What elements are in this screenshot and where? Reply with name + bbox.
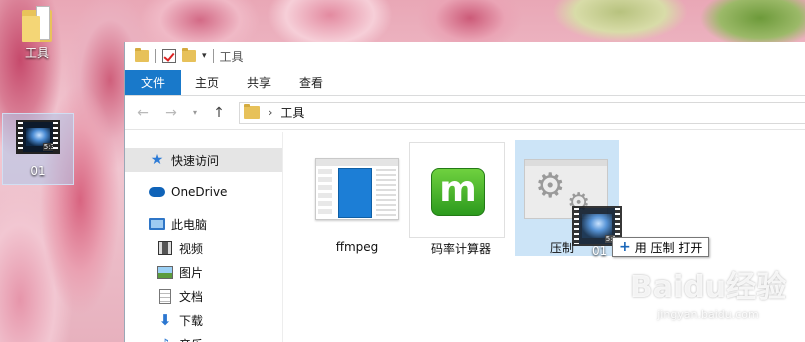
desktop-video-label: 01 bbox=[30, 164, 46, 178]
recent-locations-icon[interactable]: ▾ bbox=[191, 108, 199, 117]
title-bar: ▾ 工具 bbox=[125, 42, 805, 70]
desktop-video-file[interactable]: 5:3 01 bbox=[2, 113, 74, 185]
nav-item-onedrive[interactable]: OneDrive bbox=[125, 180, 282, 204]
tab-home[interactable]: 主页 bbox=[181, 70, 233, 95]
video-folder-icon bbox=[157, 240, 173, 256]
breadcrumb-chevron-icon[interactable]: › bbox=[268, 106, 272, 119]
video-thumbnail-icon: 5:3 bbox=[16, 120, 60, 154]
up-arrow-icon[interactable]: ↑ bbox=[211, 105, 227, 121]
music-folder-icon: ♪ bbox=[157, 336, 173, 342]
baidu-watermark: Baidu经验 jingyan.baidu.com bbox=[629, 270, 787, 321]
app-window-thumbnail-icon bbox=[315, 158, 399, 220]
folder-icon bbox=[135, 48, 149, 62]
new-folder-icon[interactable] bbox=[182, 48, 196, 62]
document-folder-icon bbox=[157, 288, 173, 304]
address-input[interactable]: › 工具 bbox=[239, 101, 805, 124]
nav-item-pictures[interactable]: 图片 bbox=[125, 260, 282, 284]
back-arrow-icon[interactable]: ← bbox=[135, 105, 151, 121]
file-item-ffmpeg[interactable]: ffmpeg bbox=[305, 142, 409, 258]
address-bar: ← → ▾ ↑ › 工具 bbox=[125, 96, 805, 130]
quick-access-dropdown-icon[interactable]: ▾ bbox=[202, 50, 207, 62]
desktop-folder-tools[interactable]: 工具 bbox=[14, 6, 60, 61]
file-item-bitrate-calculator[interactable]: m 码率计算器 bbox=[409, 142, 513, 258]
file-label: 码率计算器 bbox=[430, 242, 491, 256]
file-label: ffmpeg bbox=[335, 240, 379, 254]
drop-action-text: 用 压制 打开 bbox=[634, 240, 703, 255]
computer-icon bbox=[149, 216, 165, 232]
properties-icon[interactable] bbox=[162, 49, 176, 63]
drop-action-tooltip: + 用 压制 打开 bbox=[612, 237, 710, 257]
star-icon: ★ bbox=[150, 152, 164, 168]
breadcrumb-current[interactable]: 工具 bbox=[280, 104, 304, 121]
folder-icon bbox=[22, 6, 52, 42]
download-folder-icon: ⬇ bbox=[158, 311, 172, 329]
cloud-icon bbox=[149, 184, 165, 200]
tab-file[interactable]: 文件 bbox=[125, 70, 182, 95]
nav-item-documents[interactable]: 文档 bbox=[125, 284, 282, 308]
dragged-file-label: 01 bbox=[592, 244, 608, 258]
tab-share[interactable]: 共享 bbox=[233, 70, 285, 95]
navigation-pane: ★ 快速访问 OneDrive 此电脑 视频 图片 文档 ⬇ 下载 bbox=[125, 132, 283, 342]
nav-item-this-pc[interactable]: 此电脑 bbox=[125, 212, 282, 236]
plus-icon: + bbox=[619, 239, 631, 255]
window-title: 工具 bbox=[219, 49, 244, 64]
m-logo-icon: m bbox=[431, 168, 485, 216]
desktop-folder-label: 工具 bbox=[24, 46, 49, 60]
tab-view[interactable]: 查看 bbox=[285, 70, 337, 95]
nav-item-music[interactable]: ♪ 音乐 bbox=[125, 332, 282, 342]
nav-item-downloads[interactable]: ⬇ 下载 bbox=[125, 308, 282, 332]
ribbon-tabs: 文件 主页 共享 查看 bbox=[125, 70, 805, 96]
folder-icon bbox=[244, 104, 260, 119]
picture-folder-icon bbox=[157, 264, 173, 280]
nav-item-quick-access[interactable]: ★ 快速访问 bbox=[125, 148, 282, 172]
forward-arrow-icon[interactable]: → bbox=[163, 105, 179, 121]
nav-item-videos[interactable]: 视频 bbox=[125, 236, 282, 260]
